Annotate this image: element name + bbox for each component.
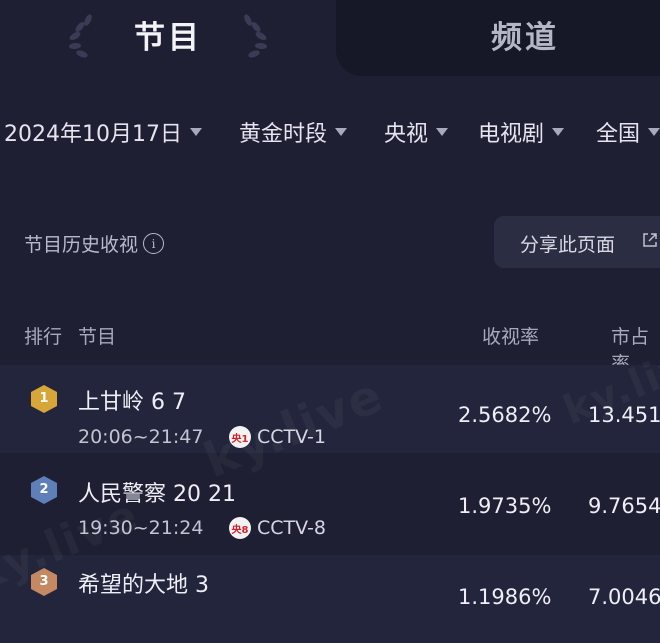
share-value: 7.0046: [588, 585, 660, 609]
rating-value: 1.9735%: [458, 494, 552, 518]
table-header: 排行 节目 收视率 市占率: [0, 316, 660, 375]
header-program: 节目: [78, 326, 117, 348]
table-row[interactable]: 2 人民警察 20 21 19:30~21:24 央8 CCTV-8 1.973…: [0, 462, 660, 550]
genre-filter-label: 电视剧: [478, 122, 545, 147]
region-filter[interactable]: 全国: [596, 116, 660, 148]
program-name: 人民警察 20 21: [78, 482, 236, 507]
channel-info: 央1 CCTV-1: [229, 426, 326, 448]
channel-name: CCTV-8: [257, 517, 326, 539]
chevron-down-icon: [189, 128, 202, 136]
top-tabs: 节目 频道: [0, 0, 660, 80]
program-name: 上甘岭 6 7: [78, 390, 186, 415]
laurel-right-icon: [244, 14, 267, 58]
date-filter-label: 2024年10月17日: [4, 122, 182, 147]
section-title: 节目历史收视 i: [24, 230, 165, 257]
share-value: 13.4516: [588, 403, 660, 427]
header-rating[interactable]: 收视率: [482, 322, 539, 349]
date-filter[interactable]: 2024年10月17日: [4, 116, 202, 148]
rank-number: 3: [39, 574, 49, 589]
rank-number: 1: [39, 391, 49, 406]
program-time: 19:30~21:24: [78, 517, 204, 539]
share-value: 9.7654: [588, 494, 660, 518]
region-filter-label: 全国: [596, 122, 641, 147]
rating-value: 2.5682%: [458, 403, 552, 427]
filter-bar: 2024年10月17日 黄金时段 央视 电视剧 全国: [0, 108, 660, 156]
tab-channel-label: 频道: [491, 20, 559, 56]
chevron-down-icon: [552, 128, 565, 136]
period-filter[interactable]: 黄金时段: [239, 116, 348, 148]
share-page-button[interactable]: 分享此页面: [494, 216, 660, 268]
section-title-label: 节目历史收视: [24, 234, 139, 256]
cctv-logo-icon: 央1: [229, 426, 251, 448]
chevron-down-icon: [648, 128, 660, 136]
laurel-left-icon: [69, 14, 92, 58]
channel-name: CCTV-1: [257, 426, 326, 448]
chevron-down-icon: [335, 128, 348, 136]
channel-info: 央8 CCTV-8: [229, 517, 326, 539]
cctv-logo-icon: 央8: [229, 517, 251, 539]
program-time: 20:06~21:47: [78, 426, 204, 448]
tab-program[interactable]: 节目: [0, 0, 340, 80]
rating-value: 1.1986%: [458, 585, 552, 609]
broadcaster-filter[interactable]: 央视: [384, 116, 449, 148]
external-link-icon: [643, 233, 657, 247]
tab-channel[interactable]: 频道: [336, 0, 660, 76]
tab-program-label: 节目: [134, 20, 202, 56]
period-filter-label: 黄金时段: [239, 122, 328, 147]
chevron-down-icon: [436, 128, 449, 136]
share-page-label: 分享此页面: [520, 234, 616, 256]
genre-filter[interactable]: 电视剧: [478, 116, 565, 148]
program-name: 希望的大地 3: [78, 573, 209, 598]
broadcaster-filter-label: 央视: [384, 122, 429, 147]
info-icon[interactable]: i: [143, 233, 165, 254]
rank-number: 2: [39, 482, 49, 497]
table-row[interactable]: 1 上甘岭 6 7 20:06~21:47 央1 CCTV-1 2.5682% …: [0, 365, 660, 453]
header-rank: 排行: [24, 326, 63, 348]
table-row[interactable]: 3 希望的大地 3 1.1986% 7.0046: [0, 555, 660, 643]
